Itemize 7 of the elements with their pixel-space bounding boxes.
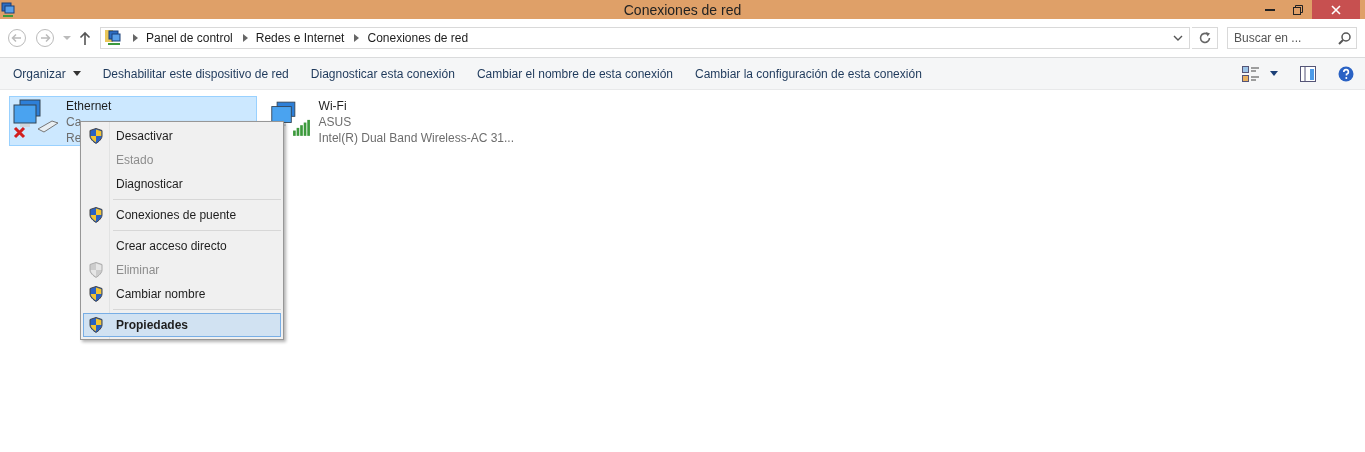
connection-status: ASUS — [318, 114, 353, 130]
connection-name: Ethernet — [66, 98, 112, 114]
connection-name: Wi-Fi — [318, 98, 348, 114]
window-title: Conexiones de red — [623, 1, 742, 18]
adapter-name: Intel(R) Dual Band Wireless-AC 31... — [318, 130, 514, 146]
adapter-name: Re — [66, 130, 83, 146]
connection-status: Ca — [66, 114, 83, 130]
